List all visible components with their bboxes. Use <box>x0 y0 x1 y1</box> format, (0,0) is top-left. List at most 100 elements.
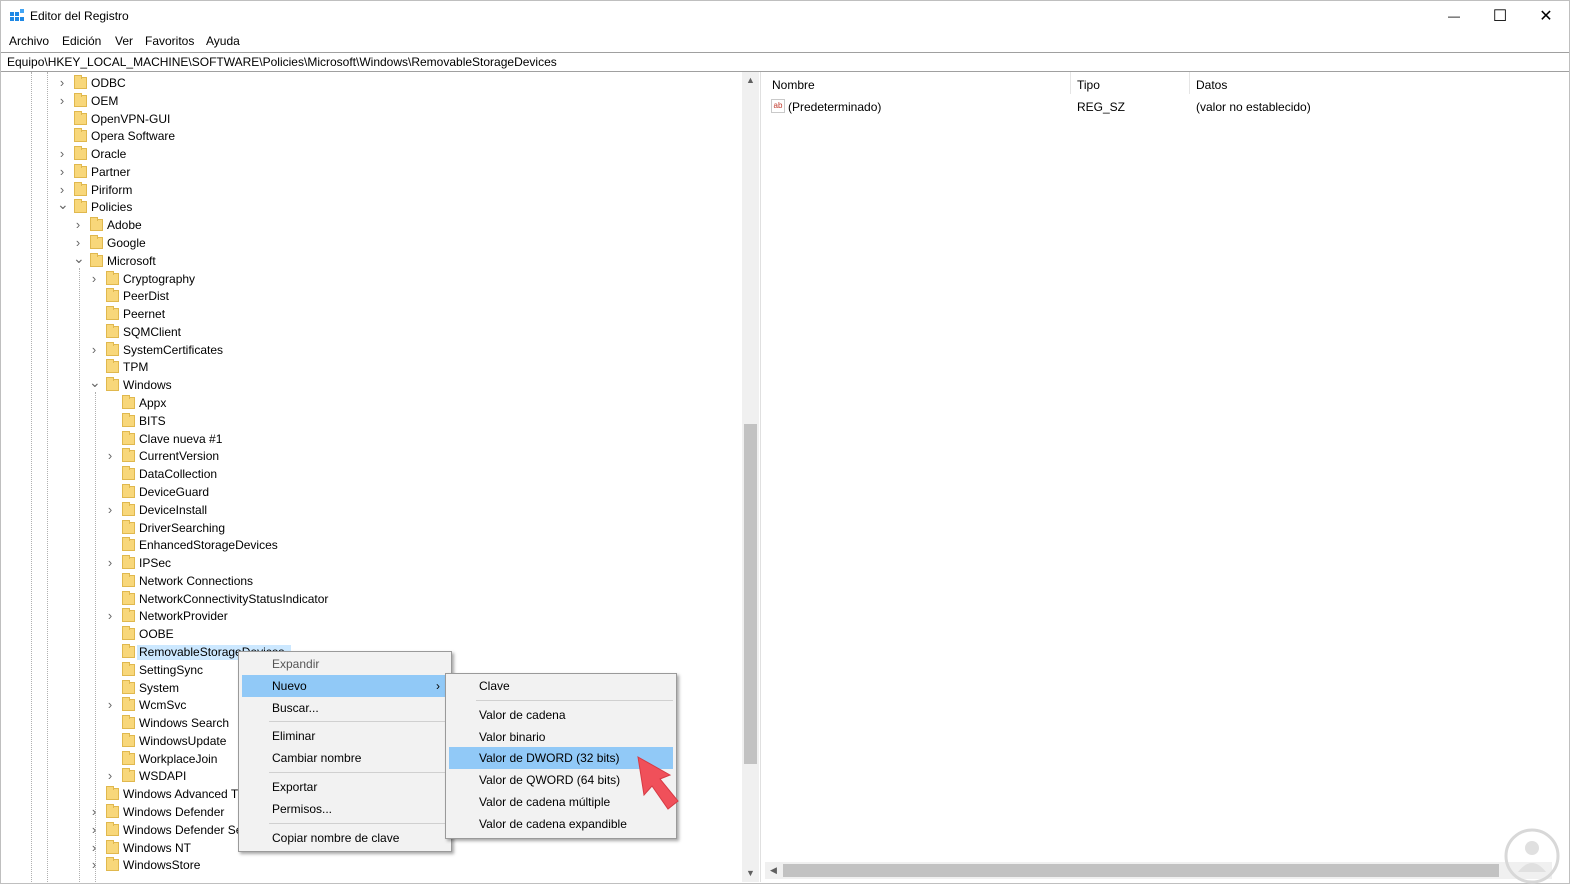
values-pane[interactable]: Nombre Tipo Datos ab (Predeterminado) RE… <box>765 72 1569 882</box>
scroll-left-icon[interactable]: ◀ <box>765 862 782 879</box>
menu-item-label: Permisos... <box>272 801 333 816</box>
value-name[interactable]: (Predeterminado) <box>788 100 881 114</box>
menu-item[interactable]: Eliminar <box>242 725 448 747</box>
tree-item[interactable]: › Piriform <box>1 181 742 199</box>
expand-chevron-icon[interactable]: › <box>89 270 99 288</box>
expand-chevron-icon[interactable]: › <box>105 696 115 714</box>
column-separator[interactable] <box>1189 72 1190 94</box>
tree-item[interactable]: › OEM <box>1 92 742 110</box>
tree-item[interactable]: › Partner <box>1 163 742 181</box>
menu-item[interactable]: Buscar... <box>242 697 448 719</box>
expand-chevron-icon[interactable]: › <box>57 74 67 92</box>
expand-chevron-icon[interactable]: › <box>89 341 99 359</box>
close-button[interactable]: ✕ <box>1523 1 1569 31</box>
tree-item-label: Google <box>107 236 146 251</box>
menu-separator <box>269 721 448 723</box>
expand-chevron-icon[interactable]: › <box>89 821 99 839</box>
tree-item[interactable]: PeerDist <box>1 287 742 305</box>
tree-item[interactable]: › Adobe <box>1 216 742 234</box>
tree-item[interactable]: BITS <box>1 412 742 430</box>
tree-item[interactable]: TPM <box>1 358 742 376</box>
tree-item[interactable]: › ODBC <box>1 74 742 92</box>
menu-item[interactable]: Clave <box>449 675 673 697</box>
menu-item[interactable]: Valor de cadena expandible <box>449 813 673 835</box>
tree-item[interactable]: NetworkConnectivityStatusIndicator <box>1 590 742 608</box>
expand-chevron-icon[interactable]: › <box>57 145 67 163</box>
address-path[interactable]: Equipo\HKEY_LOCAL_MACHINE\SOFTWARE\Polic… <box>7 55 557 69</box>
tree-item[interactable]: DriverSearching <box>1 519 742 537</box>
scroll-thumb[interactable] <box>744 424 757 764</box>
expand-chevron-icon[interactable]: › <box>89 803 99 821</box>
collapse-chevron-icon[interactable]: ⌄ <box>73 251 85 270</box>
tree-item[interactable]: › NetworkProvider <box>1 607 742 625</box>
menu-item[interactable]: Cambiar nombre <box>242 747 448 769</box>
column-tipo[interactable]: Tipo <box>1077 78 1100 92</box>
tree-item[interactable]: › Google <box>1 234 742 252</box>
tree-item[interactable]: › Oracle <box>1 145 742 163</box>
minimize-button[interactable]: — <box>1431 1 1477 31</box>
column-separator[interactable] <box>1070 72 1071 94</box>
collapse-chevron-icon[interactable]: ⌄ <box>57 197 69 216</box>
menu-edicion[interactable]: Edición <box>62 34 101 48</box>
scroll-thumb[interactable] <box>783 864 1499 877</box>
tree-item-label: Windows Advanced Th <box>123 787 245 802</box>
column-nombre[interactable]: Nombre <box>772 78 815 92</box>
expand-chevron-icon[interactable]: › <box>105 767 115 785</box>
tree-item[interactable]: Appx <box>1 394 742 412</box>
tree-item[interactable]: Clave nueva #1 <box>1 430 742 448</box>
menu-item[interactable]: Expandir <box>242 653 448 675</box>
tree-item[interactable]: › Cryptography <box>1 270 742 288</box>
menu-item[interactable]: Exportar <box>242 776 448 798</box>
expand-chevron-icon[interactable]: › <box>57 92 67 110</box>
tree-item-label: Adobe <box>107 218 142 233</box>
tree-item[interactable]: Network Connections <box>1 572 742 590</box>
expand-chevron-icon[interactable]: › <box>105 501 115 519</box>
expand-chevron-icon[interactable]: › <box>89 839 99 857</box>
menu-ver[interactable]: Ver <box>115 34 133 48</box>
menu-item[interactable]: Valor binario <box>449 726 673 748</box>
tree-item[interactable]: EnhancedStorageDevices <box>1 536 742 554</box>
tree-item[interactable]: SQMClient <box>1 323 742 341</box>
tree-item[interactable]: › WindowsStore <box>1 856 742 874</box>
menu-item[interactable]: Valor de cadena <box>449 704 673 726</box>
menu-item[interactable]: Permisos... <box>242 798 448 820</box>
values-horizontal-scrollbar[interactable]: ◀ <box>765 862 1552 879</box>
expand-chevron-icon[interactable]: › <box>89 856 99 874</box>
scroll-up-icon[interactable]: ▲ <box>742 72 759 89</box>
expand-chevron-icon[interactable]: › <box>105 554 115 572</box>
folder-icon <box>106 288 119 303</box>
maximize-button[interactable]: ☐ <box>1477 1 1523 31</box>
tree-item[interactable]: › SystemCertificates <box>1 341 742 359</box>
tree-item[interactable]: DataCollection <box>1 465 742 483</box>
tree-item[interactable]: ⌄ Policies <box>1 197 742 216</box>
menu-item-label: Clave <box>479 679 510 693</box>
address-bar[interactable]: Equipo\HKEY_LOCAL_MACHINE\SOFTWARE\Polic… <box>1 52 1569 72</box>
tree-item[interactable]: ⌄ Windows <box>1 375 742 394</box>
tree-item[interactable]: › DeviceInstall <box>1 501 742 519</box>
title-bar[interactable]: Editor del Registro — ☐ ✕ <box>1 1 1569 31</box>
expand-chevron-icon[interactable]: › <box>105 607 115 625</box>
expand-chevron-icon[interactable]: › <box>57 163 67 181</box>
folder-icon <box>106 359 119 374</box>
tree-item[interactable]: › IPSec <box>1 554 742 572</box>
collapse-chevron-icon[interactable]: ⌄ <box>89 375 101 394</box>
column-datos[interactable]: Datos <box>1196 78 1227 92</box>
tree-item-label: System <box>139 680 180 695</box>
tree-item[interactable]: Opera Software <box>1 127 742 145</box>
tree-item[interactable]: › CurrentVersion <box>1 447 742 465</box>
scroll-down-icon[interactable]: ▼ <box>742 865 759 882</box>
menu-favoritos[interactable]: Favoritos <box>145 34 194 48</box>
expand-chevron-icon[interactable]: › <box>105 447 115 465</box>
tree-item[interactable]: OpenVPN-GUI <box>1 110 742 128</box>
menu-archivo[interactable]: Archivo <box>9 34 49 48</box>
tree-item[interactable]: ⌄ Microsoft <box>1 251 742 270</box>
menu-item[interactable]: Nuevo › <box>242 674 448 697</box>
menu-ayuda[interactable]: Ayuda <box>206 34 240 48</box>
tree-item-label: OEM <box>91 93 119 108</box>
tree-vertical-scrollbar[interactable]: ▲ ▼ <box>742 72 759 882</box>
tree-item[interactable]: DeviceGuard <box>1 483 742 501</box>
tree-item[interactable]: Peernet <box>1 305 742 323</box>
expand-chevron-icon[interactable]: › <box>73 216 83 234</box>
tree-item[interactable]: OOBE <box>1 625 742 643</box>
menu-item[interactable]: Copiar nombre de clave <box>242 827 448 849</box>
